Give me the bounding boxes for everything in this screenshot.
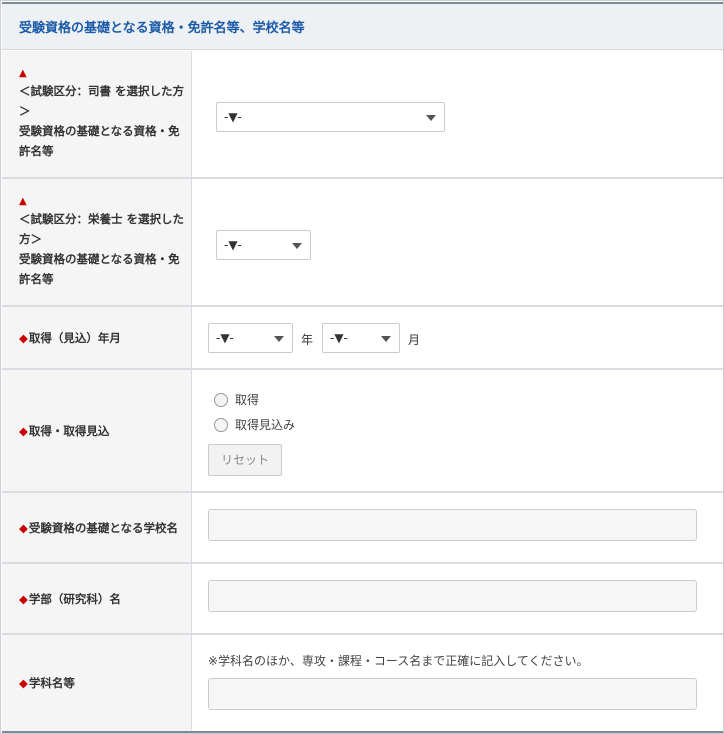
month-select[interactable]: -▼- xyxy=(322,323,400,353)
year-select[interactable]: -▼- xyxy=(208,323,293,353)
select-value: -▼- xyxy=(216,331,234,345)
row-librarian-qualification: ▲ ＜試験区分：司書 を選択した方＞ 受験資格の基礎となる資格・免許名等 -▼- xyxy=(2,51,723,179)
diamond-icon: ◆ xyxy=(19,423,28,438)
label-cell: ◆学部（研究科）名 xyxy=(2,564,192,633)
section-title: 受験資格の基礎となる資格・免許名等、学校名等 xyxy=(2,2,723,50)
select-value: -▼- xyxy=(224,238,242,252)
month-unit: 月 xyxy=(408,333,421,347)
label-condition: ＜試験区分：栄養士 を選択した方＞ xyxy=(19,212,185,246)
label-cell: ▲ ＜試験区分：栄養士 を選択した方＞ 受験資格の基礎となる資格・免許名等 xyxy=(2,179,192,305)
label-text: ◆取得・取得見込 xyxy=(19,423,110,438)
select-value: -▼- xyxy=(330,331,348,345)
label-text: 受験資格の基礎となる資格・免許名等 xyxy=(19,124,180,158)
faculty-input[interactable] xyxy=(208,580,697,612)
chevron-down-icon xyxy=(274,336,284,342)
qualification-form: 受験資格の基礎となる資格・免許名等、学校名等 ▲ ＜試験区分：司書 を選択した方… xyxy=(0,0,724,734)
diamond-icon: ◆ xyxy=(19,591,28,606)
department-note: ※学科名のほか、専攻・課程・コース名まで正確に記入してください。 xyxy=(208,654,589,668)
value-cell: -▼- xyxy=(193,179,723,305)
label-text: ◆学科名等 xyxy=(19,676,75,690)
row-acquired-status: ◆取得・取得見込 取得 取得見込み リセット xyxy=(2,370,723,493)
diamond-icon: ◆ xyxy=(19,520,28,535)
label-text: ◆学部（研究科）名 xyxy=(19,591,121,606)
row-faculty: ◆学部（研究科）名 xyxy=(2,564,723,635)
value-cell: 取得 取得見込み リセット xyxy=(193,370,723,491)
school-name-input[interactable] xyxy=(208,509,697,541)
label-cell: ◆学科名等 xyxy=(2,635,192,731)
reset-button[interactable]: リセット xyxy=(208,444,282,476)
row-acquired-date: ◆取得（見込）年月 -▼- 年 -▼- 月 xyxy=(2,307,723,370)
radio-label: 取得 xyxy=(235,393,260,407)
value-cell: -▼- xyxy=(193,51,723,177)
department-input[interactable] xyxy=(208,678,697,710)
year-unit: 年 xyxy=(301,333,314,347)
label-condition: ＜試験区分：司書 を選択した方＞ xyxy=(19,84,185,118)
value-cell: ※学科名のほか、専攻・課程・コース名まで正確に記入してください。 xyxy=(193,635,723,731)
label-cell: ◆取得（見込）年月 xyxy=(2,307,192,368)
label-text: ◆取得（見込）年月 xyxy=(19,330,121,345)
value-cell: -▼- 年 -▼- 月 xyxy=(193,307,723,368)
row-dietitian-qualification: ▲ ＜試験区分：栄養士 を選択した方＞ 受験資格の基礎となる資格・免許名等 -▼… xyxy=(2,179,723,307)
row-department: ◆学科名等 ※学科名のほか、専攻・課程・コース名まで正確に記入してください。 xyxy=(2,635,723,733)
value-cell xyxy=(193,564,723,633)
label-text: 受験資格の基礎となる資格・免許名等 xyxy=(19,252,180,286)
dietitian-qualification-select[interactable]: -▼- xyxy=(216,230,311,260)
librarian-qualification-select[interactable]: -▼- xyxy=(216,102,445,132)
radio-option-acquired[interactable]: 取得 xyxy=(214,391,259,408)
label-cell: ◆受験資格の基礎となる学校名 xyxy=(2,493,192,562)
row-school-name: ◆受験資格の基礎となる学校名 xyxy=(2,493,723,564)
radio-button[interactable] xyxy=(214,417,228,432)
label-cell: ▲ ＜試験区分：司書 を選択した方＞ 受験資格の基礎となる資格・免許名等 xyxy=(2,51,192,177)
chevron-down-icon xyxy=(292,243,302,249)
diamond-icon: ◆ xyxy=(19,330,28,345)
diamond-icon: ◆ xyxy=(19,676,28,690)
value-cell xyxy=(193,493,723,562)
select-value: -▼- xyxy=(224,110,242,124)
triangle-up-icon: ▲ xyxy=(19,68,27,79)
chevron-down-icon xyxy=(426,115,436,121)
chevron-down-icon xyxy=(381,336,391,342)
triangle-up-icon: ▲ xyxy=(19,196,27,207)
radio-label: 取得見込み xyxy=(235,418,296,432)
radio-button[interactable] xyxy=(214,392,228,407)
label-cell: ◆取得・取得見込 xyxy=(2,370,192,491)
label-text: ◆受験資格の基礎となる学校名 xyxy=(19,520,179,535)
radio-option-expected[interactable]: 取得見込み xyxy=(214,416,295,433)
